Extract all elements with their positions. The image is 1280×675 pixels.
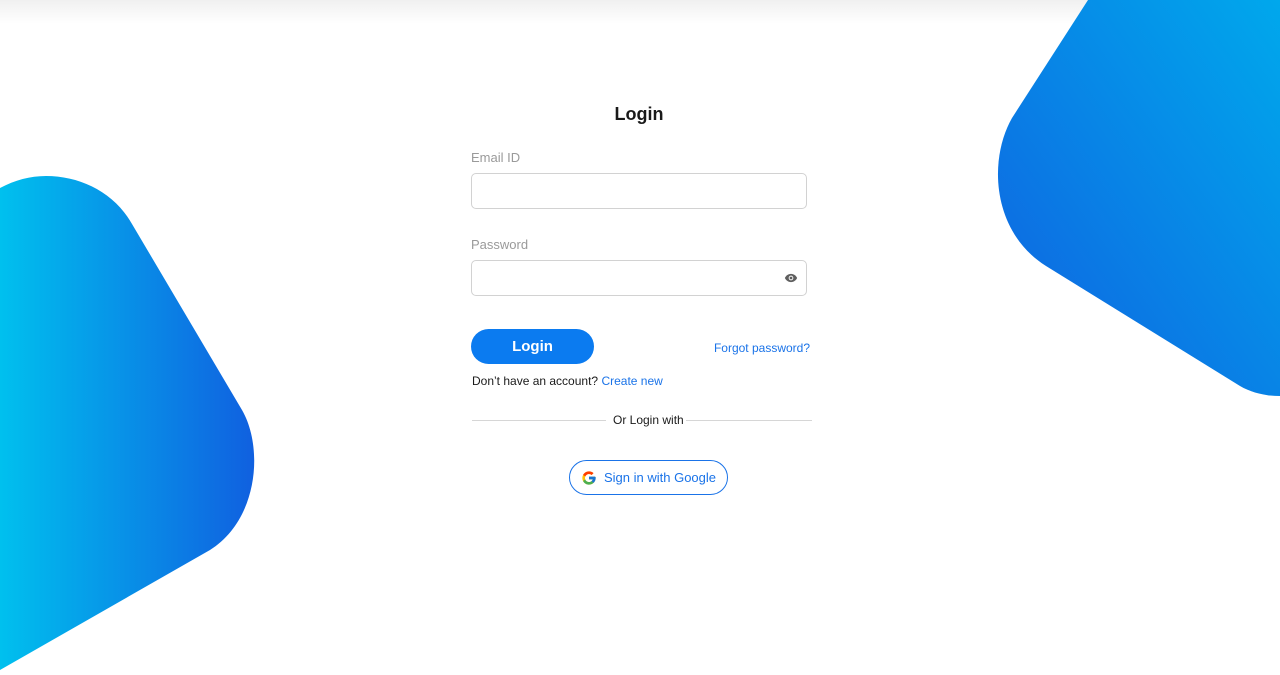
password-label: Password	[471, 237, 529, 252]
divider-line-left	[472, 420, 606, 421]
google-icon	[582, 470, 596, 485]
email-label: Email ID	[471, 150, 521, 165]
or-login-with-text: Or Login with	[613, 413, 684, 427]
decorative-background-shapes	[0, 0, 1280, 670]
left-decorative-shape	[0, 176, 255, 670]
password-field-container	[471, 260, 807, 296]
signup-prompt: Don’t have an account? Create new	[472, 374, 663, 388]
divider-line-right	[686, 420, 812, 421]
google-button-label: Sign in with Google	[604, 470, 717, 485]
forgot-password-link[interactable]: Forgot password?	[714, 341, 810, 355]
social-divider: Or Login with	[471, 412, 812, 428]
login-page: Login Email ID Password Login Forgot pas…	[0, 0, 1280, 675]
google-sign-in-button[interactable]: Sign in with Google	[569, 460, 728, 495]
eye-icon[interactable]	[784, 271, 798, 285]
password-field[interactable]	[472, 261, 786, 295]
login-button[interactable]: Login	[471, 329, 594, 364]
email-field-container	[471, 173, 807, 209]
no-account-text: Don’t have an account?	[472, 374, 599, 388]
create-account-link[interactable]: Create new	[601, 374, 662, 388]
email-field[interactable]	[472, 174, 786, 208]
right-decorative-shape	[997, 0, 1280, 396]
page-title: Login	[614, 104, 664, 124]
